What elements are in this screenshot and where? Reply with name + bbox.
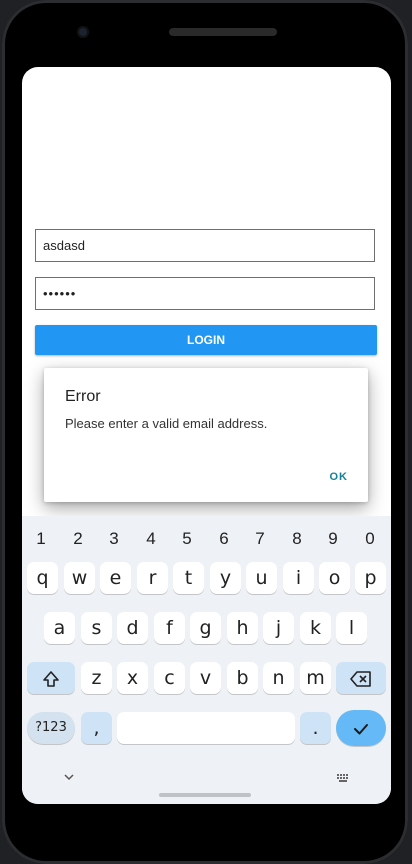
keyboard: 1 2 3 4 5 6 7 8 9 0 q w e r t y u i o p — [22, 516, 391, 804]
comma-key[interactable]: , — [81, 712, 112, 744]
key[interactable]: r — [137, 562, 168, 594]
key[interactable]: x — [117, 662, 148, 694]
number-key[interactable]: 2 — [68, 529, 88, 549]
key[interactable]: h — [227, 612, 258, 644]
checkmark-icon — [354, 723, 368, 734]
chevron-down-icon[interactable] — [62, 770, 76, 787]
camera — [77, 26, 89, 38]
period-key[interactable]: . — [300, 712, 331, 744]
backspace-key[interactable] — [336, 662, 386, 694]
key[interactable]: v — [190, 662, 221, 694]
key[interactable]: b — [227, 662, 258, 694]
number-key[interactable]: 6 — [214, 529, 234, 549]
dialog-ok-button[interactable]: OK — [330, 471, 349, 483]
number-row: 1 2 3 4 5 6 7 8 9 0 — [22, 529, 391, 549]
key[interactable]: w — [64, 562, 95, 594]
number-key[interactable]: 0 — [360, 529, 380, 549]
key[interactable]: e — [100, 562, 131, 594]
key[interactable]: g — [190, 612, 221, 644]
navigation-bar — [22, 764, 391, 804]
enter-key[interactable] — [336, 710, 386, 746]
key[interactable]: y — [210, 562, 241, 594]
key[interactable]: l — [336, 612, 367, 644]
key[interactable]: a — [44, 612, 75, 644]
key[interactable]: z — [81, 662, 112, 694]
keyboard-icon[interactable] — [336, 772, 350, 787]
number-key[interactable]: 4 — [141, 529, 161, 549]
key[interactable]: n — [263, 662, 294, 694]
key[interactable]: f — [154, 612, 185, 644]
space-key[interactable] — [117, 712, 295, 744]
error-dialog: Error Please enter a valid email address… — [44, 368, 368, 502]
speaker — [169, 28, 277, 36]
number-key[interactable]: 3 — [104, 529, 124, 549]
key[interactable]: t — [173, 562, 204, 594]
key[interactable]: k — [300, 612, 331, 644]
dialog-title: Error — [65, 388, 101, 405]
screen: asdasd •••••• LOGIN Error Please enter a… — [22, 67, 391, 804]
key[interactable]: d — [117, 612, 148, 644]
key[interactable]: c — [154, 662, 185, 694]
number-key[interactable]: 5 — [177, 529, 197, 549]
key[interactable]: q — [27, 562, 58, 594]
key[interactable]: o — [319, 562, 350, 594]
key[interactable]: u — [246, 562, 277, 594]
phone-frame: asdasd •••••• LOGIN Error Please enter a… — [2, 0, 408, 864]
symbols-key[interactable]: ?123 — [27, 712, 75, 744]
backspace-icon — [350, 670, 371, 687]
key[interactable]: i — [283, 562, 314, 594]
number-key[interactable]: 7 — [250, 529, 270, 549]
number-key[interactable]: 8 — [287, 529, 307, 549]
gesture-handle[interactable] — [159, 793, 251, 797]
dialog-message: Please enter a valid email address. — [65, 416, 268, 431]
key[interactable]: m — [300, 662, 331, 694]
number-key[interactable]: 1 — [31, 529, 51, 549]
number-key[interactable]: 9 — [323, 529, 343, 549]
shift-key[interactable] — [27, 662, 75, 694]
key[interactable]: j — [263, 612, 294, 644]
key[interactable]: p — [355, 562, 386, 594]
key[interactable]: s — [81, 612, 112, 644]
shift-icon — [43, 670, 59, 687]
